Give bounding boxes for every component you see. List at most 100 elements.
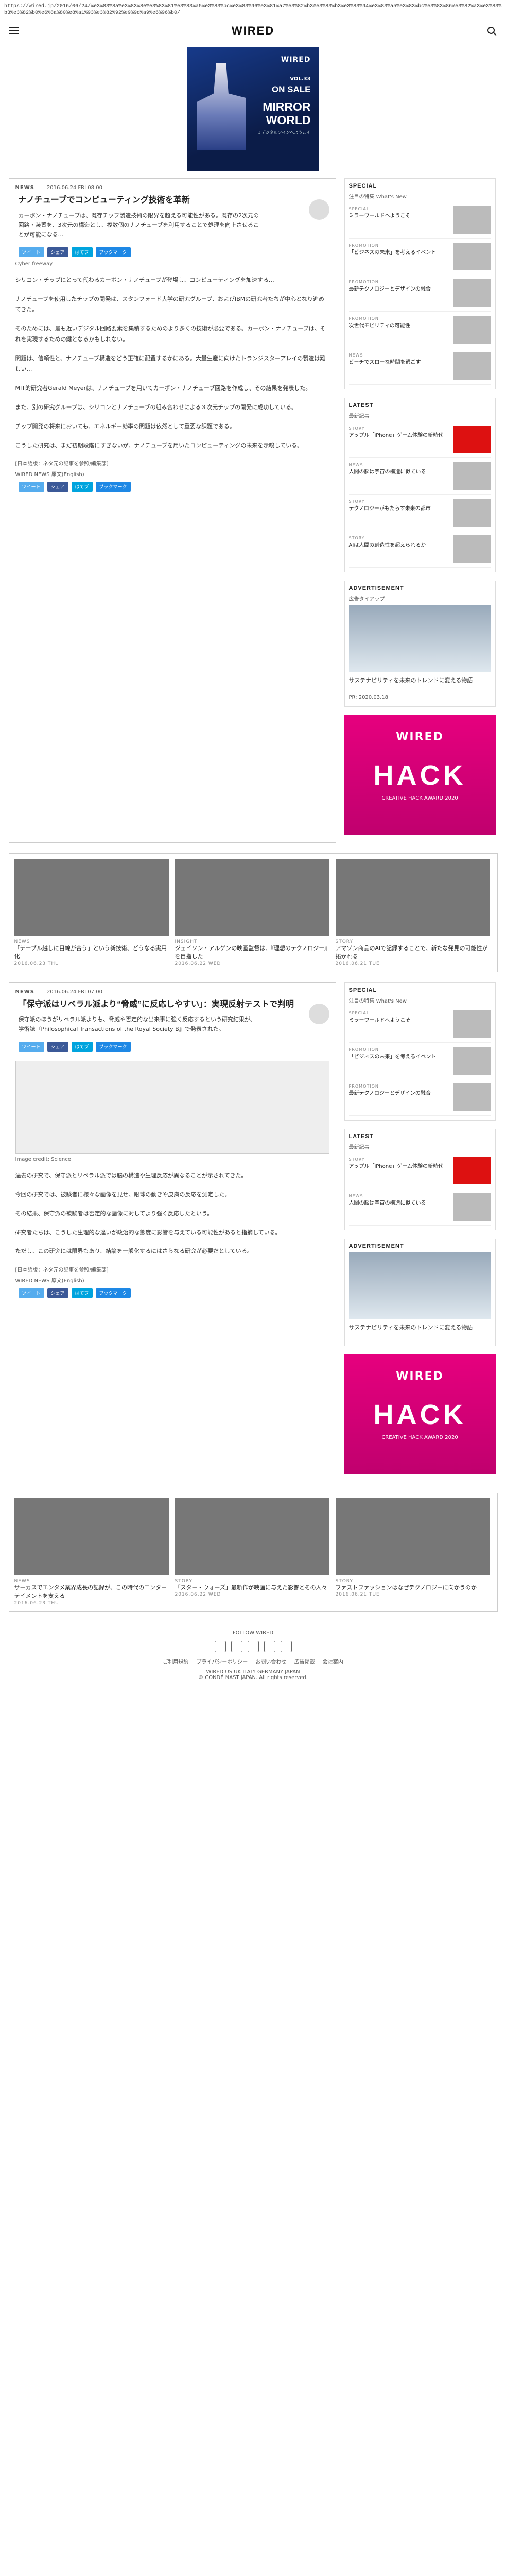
footer-link[interactable]: 会社案内	[323, 1659, 343, 1665]
address-bar[interactable]: https://wired.jp/2016/06/24/%e3%83%8a%e3…	[0, 0, 506, 20]
facebook-share-button[interactable]: シェア	[47, 247, 68, 257]
latest-item[interactable]: STORY テクノロジーがもたらす未来の都市	[348, 495, 491, 531]
image-caption: Image credit: Science	[15, 1156, 71, 1162]
related-date: 2016.06.22 WED	[175, 961, 221, 967]
related-date: 2016.06.23 THU	[14, 961, 59, 967]
twitter-icon[interactable]	[214, 1640, 226, 1652]
related-card[interactable]: NEWS サーカスでエンタメ業界成長の記録が、この時代のエンターテイメントを支える…	[14, 1498, 169, 1606]
advertisement-box[interactable]: ADVERTISEMENT 広告タイアップ サステナビリティを未来のトレンドに変…	[344, 581, 496, 707]
author-block[interactable]	[308, 199, 329, 222]
special-item[interactable]: PROMOTION 次世代モビリティの可能性	[348, 312, 491, 348]
special-item[interactable]: NEWS ビーチでスローな時間を過ごす	[348, 348, 491, 385]
pocket-button[interactable]: ブックマーク	[95, 482, 131, 492]
article-date: 2016.06.24 FRI 07:00	[46, 989, 103, 995]
advertisement-box[interactable]: ADVERTISEMENT サステナビリティを未来のトレンドに変える物語	[344, 1238, 496, 1346]
related-card[interactable]: NEWS 「テーブル越しに目線が合う」という新技術、どうなる実用化 2016.06.…	[14, 858, 169, 967]
facebook-share-button[interactable]: シェア	[47, 1041, 68, 1052]
paragraph: こうした研究は、まだ初期段階にすぎないが、ナノチューブを用いたコンピューティング…	[15, 442, 303, 449]
related-date: 2016.06.22 WED	[175, 1592, 221, 1598]
item-thumbnail	[452, 352, 491, 380]
related-date: 2016.06.21 TUE	[335, 961, 380, 967]
related-label: INSIGHT	[175, 939, 198, 944]
special-item[interactable]: PROMOTION 「ビジネスの未来」を考えるイベント	[348, 1043, 491, 1079]
item-label: PROMOTION	[348, 1047, 379, 1052]
related-card[interactable]: STORY ファストファッションはなぜテクノロジーに向かうのか 2016.06.21…	[335, 1498, 490, 1606]
instagram-icon[interactable]	[247, 1640, 259, 1652]
hatena-button[interactable]: はてブ	[71, 247, 93, 257]
special-item[interactable]: PROMOTION 「ビジネスの未来」を考えるイベント	[348, 239, 491, 275]
special-item[interactable]: PROMOTION 最新テクノロジーとデザインの融合	[348, 275, 491, 312]
latest-item[interactable]: STORY AIは人間の創造性を超えられるか	[348, 531, 491, 568]
related-card[interactable]: STORY 「スター・ウォーズ」最新作が映画に与えた影響とその人々 2016.06.…	[175, 1498, 329, 1606]
special-subtitle: 注目の特集 What's New	[348, 998, 407, 1004]
special-item[interactable]: PROMOTION 最新テクノロジーとデザインの融合	[348, 1079, 491, 1116]
article-credit[interactable]: WIRED NEWS 原文(English)	[15, 470, 329, 478]
special-item[interactable]: SPECIAL ミラーワールドへようこそ	[348, 1006, 491, 1043]
item-text: AIは人間の創造性を超えられるか	[348, 543, 426, 548]
footer-link[interactable]: プライバシーポリシー	[196, 1659, 248, 1665]
item-thumbnail	[452, 243, 491, 270]
hatena-button[interactable]: はてブ	[71, 482, 93, 492]
article-source: [日本語版：ネタ元の記事を参照/編集部]	[15, 1267, 109, 1274]
hack-award-banner[interactable]: WIRED HACK CREATIVE HACK AWARD 2020	[344, 715, 496, 835]
related-label: NEWS	[14, 1578, 30, 1584]
footer-link[interactable]: 広告掲載	[294, 1659, 315, 1665]
article-credit[interactable]: WIRED NEWS 原文(English)	[15, 1276, 329, 1284]
pocket-button[interactable]: ブックマーク	[95, 1041, 131, 1052]
site-header: WIRED	[0, 20, 506, 42]
facebook-icon[interactable]	[231, 1640, 242, 1652]
related-card[interactable]: INSIGHT ジェイソン・アルゲンの映画監督は、『理想のテクノロジー』を目指した…	[175, 858, 329, 967]
latest-subtitle: 最新記事	[348, 1144, 370, 1150]
paragraph: ただし、この研究には限界もあり、結論を一般化するにはさらなる研究が必要だとしてい…	[15, 1248, 253, 1255]
footer-link[interactable]: ご利用規約	[163, 1659, 188, 1665]
related-card[interactable]: STORY アマゾン商品のAIで記録することで、新たな発見の可能性が拓かれる 201…	[335, 858, 490, 967]
rss-icon[interactable]	[280, 1640, 292, 1652]
item-text: 最新テクノロジーとデザインの融合	[348, 286, 431, 292]
item-text: テクノロジーがもたらす未来の都市	[348, 506, 431, 512]
youtube-icon[interactable]	[264, 1640, 275, 1652]
tweet-button[interactable]: ツイート	[18, 482, 44, 492]
related-image	[335, 858, 490, 936]
related-text: ファストファッションはなぜテクノロジーに向かうのか	[335, 1584, 477, 1591]
sidebar: SPECIAL 注目の特集 What's New SPECIAL ミラーワールドへ…	[344, 178, 496, 843]
footer-copyright: © CONDÉ NAST JAPAN. All rights reserved.	[198, 1674, 308, 1681]
item-thumbnail	[452, 316, 491, 344]
pocket-button[interactable]: ブックマーク	[95, 247, 131, 257]
related-label: NEWS	[14, 939, 30, 944]
site-logo[interactable]: WIRED	[232, 24, 274, 38]
author-block[interactable]	[308, 1003, 329, 1026]
facebook-share-button[interactable]: シェア	[47, 1288, 68, 1298]
item-label: PROMOTION	[348, 280, 379, 284]
article-title: 「保守派はリベラル派より“脅威”に反応しやすい」：実現反射テストで判明	[18, 999, 294, 1009]
article-lead: 保守派のほうがリベラル派よりも、脅威や否定的な出来事に強く反応するという研究結果…	[18, 1016, 256, 1033]
latest-item[interactable]: NEWS 人間の脳は宇宙の構造に似ている	[348, 458, 491, 495]
article-category[interactable]: NEWS	[15, 185, 34, 191]
item-text: ミラーワールドへようこそ	[348, 1017, 411, 1023]
item-text: 最新テクノロジーとデザインの融合	[348, 1090, 431, 1096]
hatena-button[interactable]: はてブ	[71, 1288, 93, 1298]
special-subtitle: 注目の特集 What's New	[348, 194, 407, 200]
latest-item[interactable]: NEWS 人間の脳は宇宙の構造に似ている	[348, 1189, 491, 1226]
footer-editions[interactable]: WIRED US UK ITALY GERMANY JAPAN	[0, 1669, 506, 1675]
hatena-button[interactable]: はてブ	[71, 1041, 93, 1052]
menu-icon[interactable]	[9, 27, 19, 34]
footer-link[interactable]: お問い合わせ	[255, 1659, 286, 1665]
magazine-banner[interactable]: WIRED VOL.33 ON SALE MIRROR WORLD #デジタルツ…	[187, 47, 319, 171]
paragraph: また、別の研究グループは、シリコンとナノチューブの組み合わせによる３次元チップの…	[15, 403, 297, 411]
pocket-button[interactable]: ブックマーク	[95, 1288, 131, 1298]
latest-title: LATEST	[348, 1133, 374, 1140]
latest-item[interactable]: STORY アップル「iPhone」ゲーム体験の新時代	[348, 1153, 491, 1189]
tweet-button[interactable]: ツイート	[18, 1288, 44, 1298]
tweet-button[interactable]: ツイート	[18, 1041, 44, 1052]
latest-item[interactable]: STORY アップル「iPhone」ゲーム体験の新時代	[348, 421, 491, 458]
special-title: SPECIAL	[348, 987, 377, 993]
facebook-share-button[interactable]: シェア	[47, 482, 68, 492]
special-item[interactable]: SPECIAL ミラーワールドへようこそ	[348, 202, 491, 239]
item-thumbnail	[452, 279, 491, 307]
search-icon[interactable]	[487, 27, 495, 34]
banner-brand: WIRED	[281, 56, 311, 64]
hack-award-banner[interactable]: WIRED HACK CREATIVE HACK AWARD 2020	[344, 1354, 496, 1474]
tweet-button[interactable]: ツイート	[18, 247, 44, 257]
paragraph: その結果、保守派の被験者は否定的な画像に対してより強く反応したという。	[15, 1210, 213, 1217]
article-category[interactable]: NEWS	[15, 989, 34, 995]
